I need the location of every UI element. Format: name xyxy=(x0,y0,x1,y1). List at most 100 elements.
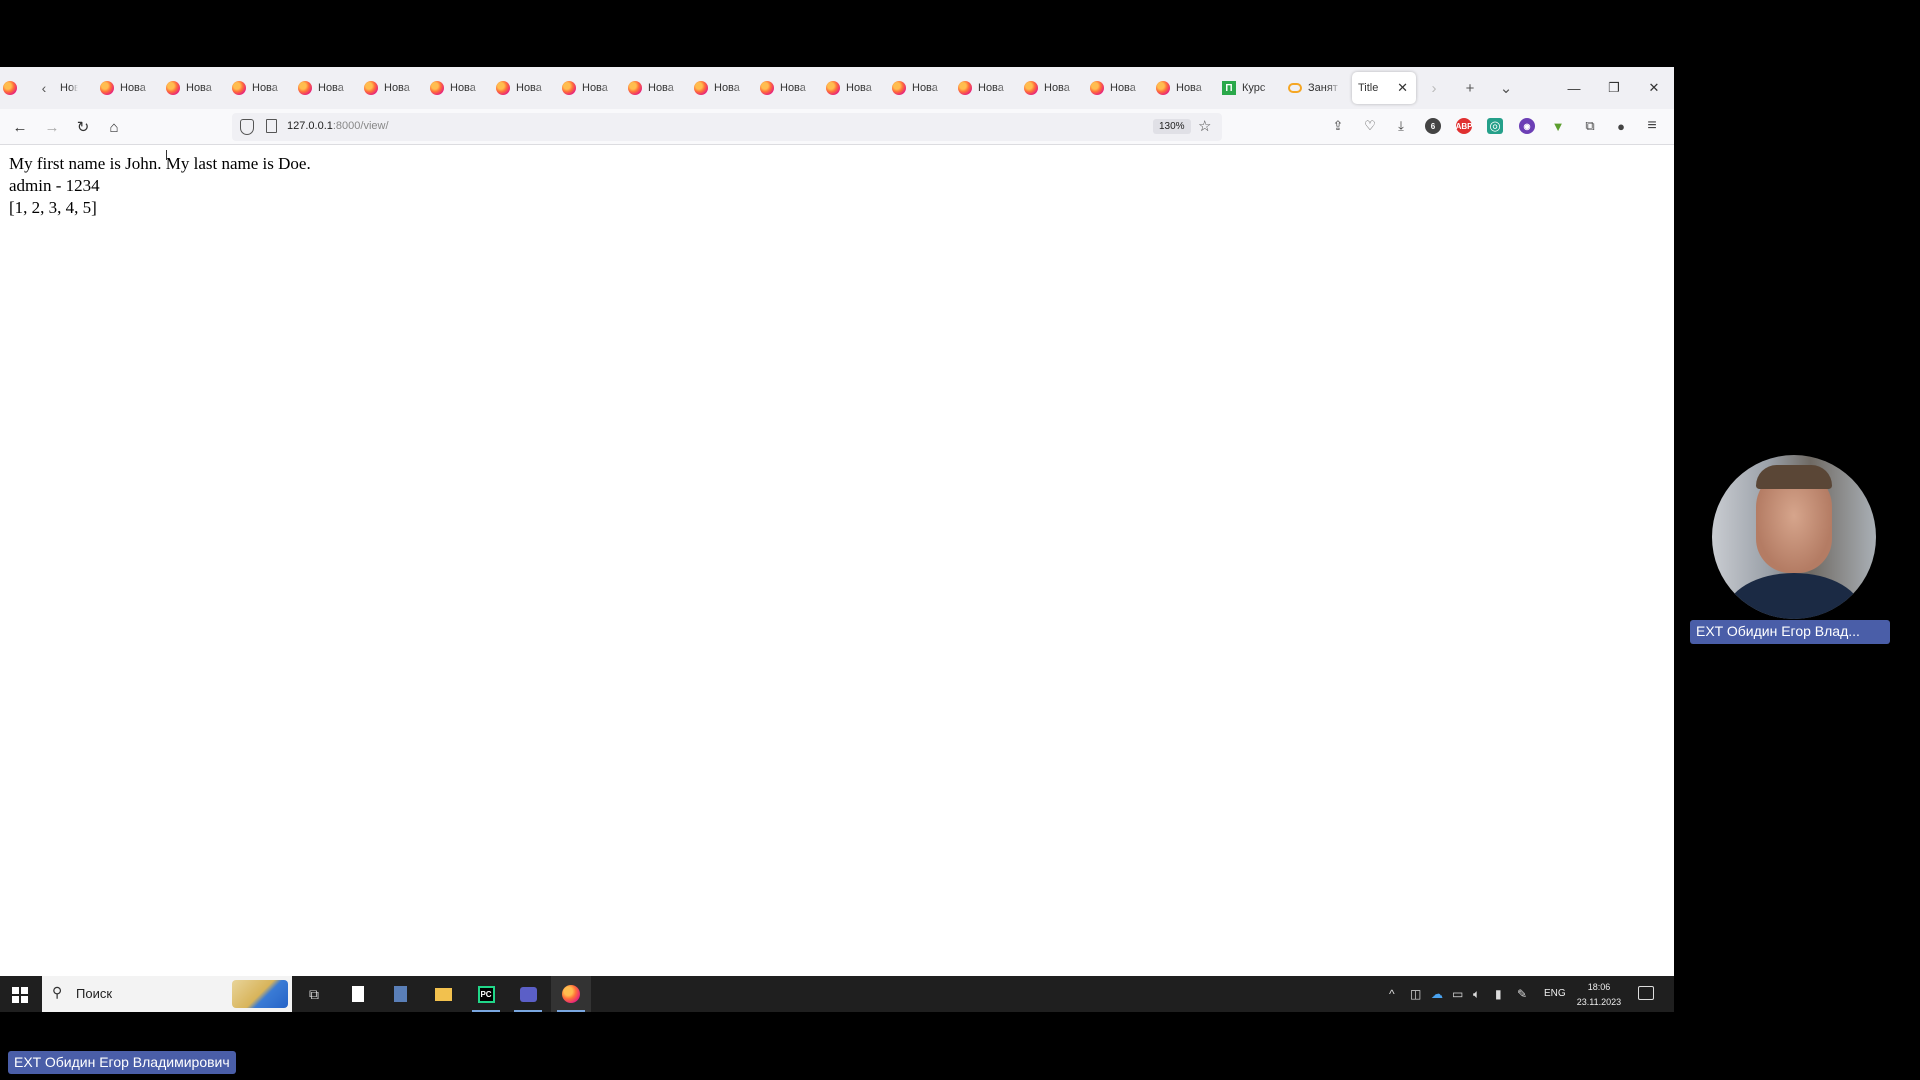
clock[interactable]: 18:06 23.11.2023 xyxy=(1576,980,1622,1010)
task-view-icon[interactable]: ⧉ xyxy=(294,976,334,1012)
tab[interactable]: Нова xyxy=(226,72,292,104)
downloads-icon[interactable]: ⤓ xyxy=(1393,118,1409,134)
firefox-icon xyxy=(166,81,180,95)
tab[interactable]: Нова xyxy=(622,72,688,104)
tab-label: Нова xyxy=(582,82,608,94)
volume-icon[interactable]: 🔈︎ xyxy=(1473,987,1480,1002)
tab-label: Нова xyxy=(1176,82,1202,94)
forward-button[interactable]: → xyxy=(42,117,62,137)
participant-video[interactable] xyxy=(1712,455,1876,619)
tab[interactable]: Нова xyxy=(688,72,754,104)
tab[interactable]: Нова xyxy=(490,72,556,104)
tab[interactable]: Нова xyxy=(424,72,490,104)
network-icon[interactable]: ▭ xyxy=(1452,987,1463,1001)
notepad-icon[interactable] xyxy=(338,976,378,1012)
minimize-button[interactable]: — xyxy=(1554,67,1594,109)
onedrive-icon[interactable]: ☁ xyxy=(1431,987,1443,1001)
microphone-icon[interactable]: ▮ xyxy=(1495,987,1502,1001)
tab[interactable]: Нова xyxy=(1150,72,1216,104)
firefox-icon xyxy=(430,81,444,95)
tab[interactable]: Нова xyxy=(754,72,820,104)
tab-label: Нова xyxy=(120,82,146,94)
tab-zanyatie[interactable]: Занят xyxy=(1282,72,1348,104)
tab[interactable]: Нова xyxy=(886,72,952,104)
taskbar-search[interactable]: ⚲ Поиск xyxy=(42,976,292,1012)
tab-active[interactable]: Title ✕ xyxy=(1352,72,1416,104)
tab-label: Title xyxy=(1358,82,1379,94)
language-indicator[interactable]: ENG xyxy=(1544,988,1566,999)
extensions-puzzle-icon[interactable]: ⧉ xyxy=(1582,118,1598,134)
presenter-name-label: EXT Обидин Егор Владимирович xyxy=(8,1051,236,1074)
close-window-button[interactable]: ✕ xyxy=(1634,67,1674,109)
show-hidden-icons-icon[interactable]: ^ xyxy=(1389,987,1395,1001)
adblock-icon[interactable]: ABP xyxy=(1456,118,1472,134)
zoom-indicator[interactable]: 130% xyxy=(1153,119,1191,134)
firefox-icon xyxy=(562,985,580,1003)
close-tab-icon[interactable]: ✕ xyxy=(1397,80,1408,96)
participant-name-label: EXT Обидин Егор Влад... xyxy=(1690,620,1890,644)
tab-label: Нова xyxy=(252,82,278,94)
home-button[interactable]: ⌂ xyxy=(104,117,124,137)
tab-kurs[interactable]: П Курс xyxy=(1216,72,1282,104)
tab[interactable]: Нова xyxy=(358,72,424,104)
tab-label: Нова xyxy=(648,82,674,94)
pocket-icon[interactable]: ♡ xyxy=(1362,118,1378,134)
tab-strip: ‹ Нова Нова Нова Нова Нова Нова Нова Нов… xyxy=(0,67,1674,109)
firefox-icon xyxy=(892,81,906,95)
address-bar[interactable]: 127.0.0.1:8000/view/ 130% ☆ xyxy=(232,113,1222,141)
firefox-icon xyxy=(628,81,642,95)
new-tab-button[interactable]: + xyxy=(1452,67,1488,109)
scroll-tabs-left-button[interactable]: ‹ xyxy=(34,67,54,109)
screen-share: ‹ Нова Нова Нова Нова Нова Нова Нова Нов… xyxy=(0,67,1674,1012)
extension-icon[interactable]: 6 xyxy=(1425,118,1441,134)
start-button[interactable] xyxy=(12,987,28,1003)
tab-label: Нова xyxy=(912,82,938,94)
pen-icon[interactable]: ✎ xyxy=(1517,987,1527,1001)
tab[interactable]: Нова xyxy=(1018,72,1084,104)
account-icon[interactable]: ● xyxy=(1613,118,1629,134)
file-explorer-icon[interactable] xyxy=(423,976,463,1012)
tracking-shield-icon[interactable] xyxy=(240,119,254,135)
tab-label: Нова xyxy=(714,82,740,94)
notifications-icon[interactable] xyxy=(1638,986,1654,1000)
url-text[interactable]: 127.0.0.1:8000/view/ xyxy=(287,120,389,132)
search-icon: ⚲ xyxy=(52,984,63,1000)
extension-icon[interactable]: ◉ xyxy=(1519,118,1535,134)
tab[interactable]: Нова xyxy=(820,72,886,104)
bookmark-star-icon[interactable]: ☆ xyxy=(1198,117,1211,135)
tab[interactable]: Нова xyxy=(952,72,1018,104)
tab-label: Нова xyxy=(384,82,410,94)
firefox-icon xyxy=(562,81,576,95)
back-button[interactable]: ← xyxy=(10,117,30,137)
pycharm-icon[interactable]: PC xyxy=(466,976,506,1012)
tab[interactable]: Нова xyxy=(94,72,160,104)
reload-button[interactable]: ↻ xyxy=(73,117,93,137)
tab[interactable]: Нова xyxy=(160,72,226,104)
scroll-tabs-right-button[interactable]: › xyxy=(1416,67,1452,109)
firefox-taskbar-icon[interactable] xyxy=(551,976,591,1012)
list-all-tabs-button[interactable]: ⌄ xyxy=(1488,67,1524,109)
tab-label: Нова xyxy=(846,82,872,94)
participant-hair xyxy=(1756,465,1832,489)
tab-label: Нова xyxy=(318,82,344,94)
page-info-icon[interactable] xyxy=(266,119,277,133)
tab-label: Нова xyxy=(60,82,78,94)
firefox-view-button[interactable] xyxy=(0,67,20,109)
tab[interactable]: Нова xyxy=(556,72,622,104)
meet-now-icon[interactable]: ◫ xyxy=(1410,987,1421,1001)
clock-date: 23.11.2023 xyxy=(1576,997,1622,1007)
tab-label: Нова xyxy=(978,82,1004,94)
extension-icon[interactable]: ◎ xyxy=(1487,118,1503,134)
page-line: admin - 1234 xyxy=(9,176,100,195)
teams-icon[interactable] xyxy=(508,976,548,1012)
download-helper-icon[interactable]: ▼ xyxy=(1550,118,1566,134)
calculator-icon[interactable] xyxy=(380,976,420,1012)
text-cursor-icon xyxy=(166,150,168,160)
tab[interactable]: Нова xyxy=(54,72,94,104)
tab[interactable]: Нова xyxy=(292,72,358,104)
restore-button[interactable]: ❐ xyxy=(1594,67,1634,109)
share-icon[interactable]: ⇪ xyxy=(1330,118,1346,134)
firefox-icon xyxy=(1090,81,1104,95)
menu-icon[interactable]: ≡ xyxy=(1644,117,1660,134)
tab[interactable]: Нова xyxy=(1084,72,1150,104)
